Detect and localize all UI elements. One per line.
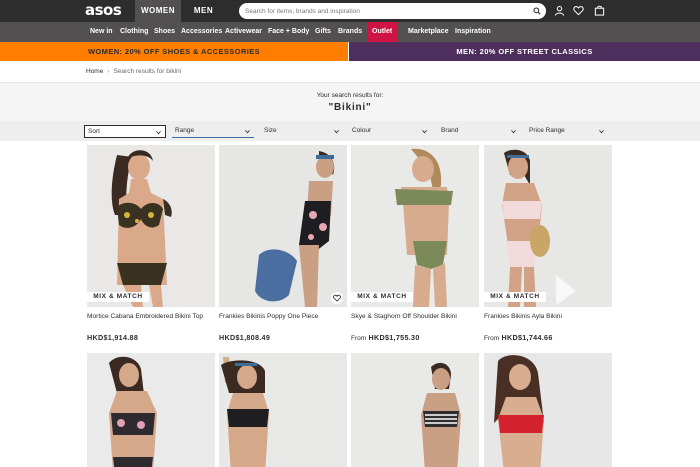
model-figure [484,353,612,467]
search-box [239,3,546,19]
price-value: HKD$1,755.30 [368,333,420,342]
model-figure [351,145,479,307]
model-figure [484,145,612,307]
breadcrumb-home[interactable]: Home [86,68,103,75]
filter-size-label: Size [264,127,277,134]
filter-range-label: Range [175,127,195,134]
chevron-down-icon [511,129,516,134]
saved-items-icon[interactable] [573,5,584,16]
product-name[interactable]: Mortice Cabana Embroidered Bikini Top [87,313,215,320]
promo-women[interactable]: WOMEN: 20% OFF SHOES & ACCESSORIES [0,42,348,61]
nav-outlet[interactable]: Outlet [367,22,398,42]
nav-inspiration[interactable]: Inspiration [455,22,491,42]
breadcrumb-current: Search results for bikini [113,68,182,75]
breadcrumb: Home › Search results for bikini [86,68,181,75]
chevron-down-icon [422,129,427,134]
filter-brand[interactable]: Brand [438,125,520,138]
model-figure [219,353,347,467]
mix-match-badge: MIX & MATCH [351,292,413,302]
model-figure [219,145,347,307]
filter-price-range[interactable]: Price Range [526,125,608,138]
filter-bar: Sort Range Size Colour Brand Price Range [0,121,700,141]
results-term: "Bikini" [328,102,372,113]
product-image[interactable] [484,353,612,467]
search-icon[interactable] [533,7,541,15]
chevron-down-icon [334,129,339,134]
bag-icon[interactable] [594,5,605,16]
product-price: From HKD$1,755.30 [351,333,420,342]
search-input[interactable] [245,3,525,19]
nav-new-in[interactable]: New in [90,22,113,42]
nav-accessories[interactable]: Accessories [181,22,222,42]
breadcrumb-separator: › [107,68,110,75]
tab-women[interactable]: WOMEN [135,0,181,22]
price-prefix: From [351,335,367,342]
product-price: HKD$1,914.88 [87,333,138,342]
product-name[interactable]: Skye & Staghorn Off Shoulder Bikini [351,313,479,320]
filter-sort[interactable]: Sort [84,125,166,138]
nav-clothing[interactable]: Clothing [120,22,148,42]
promo-men[interactable]: MEN: 20% OFF STREET CLASSICS [349,42,700,61]
product-image[interactable] [219,145,347,307]
nav-activewear[interactable]: Activewear [225,22,262,42]
chevron-down-icon [599,129,604,134]
chevron-down-icon [245,129,250,134]
results-subtitle: Your search results for: [316,92,384,99]
chevron-down-icon [156,130,161,135]
nav-face-body[interactable]: Face + Body [268,22,309,42]
product-name[interactable]: Frankies Bikinis Ayla Bikini [484,313,612,320]
price-value: HKD$1,914.88 [87,333,139,342]
product-image[interactable] [219,353,347,467]
filter-sort-label: Sort [88,128,100,135]
heart-icon [333,294,341,302]
product-name[interactable]: Frankies Bikinis Poppy One Piece [219,313,347,320]
product-image[interactable] [484,145,612,307]
nav-shoes[interactable]: Shoes [154,22,175,42]
filter-size[interactable]: Size [261,125,343,138]
product-price: HKD$1,808.49 [219,333,270,342]
model-figure [351,353,479,467]
tab-men[interactable]: MEN [181,0,226,22]
nav-marketplace[interactable]: Marketplace [408,22,448,42]
product-price: From HKD$1,744.66 [484,333,553,342]
product-image[interactable] [351,353,479,467]
nav-gifts[interactable]: Gifts [315,22,331,42]
model-figure [87,145,215,307]
account-icon[interactable] [554,5,565,16]
mix-match-badge: MIX & MATCH [87,292,149,302]
filter-brand-label: Brand [441,127,459,134]
filter-colour-label: Colour [352,127,372,134]
filter-price-range-label: Price Range [529,127,565,134]
product-image[interactable] [351,145,479,307]
price-value: HKD$1,808.49 [219,333,271,342]
save-heart-button[interactable] [331,292,343,304]
asos-logo[interactable]: asos [85,1,122,19]
model-figure [87,353,215,467]
search-results-header: Your search results for: "Bikini" [0,83,700,121]
top-bar: asos WOMEN MEN [0,0,700,22]
mix-match-badge: MIX & MATCH [484,292,546,302]
category-nav: New in Clothing Shoes Accessories Active… [0,22,700,42]
price-value: HKD$1,744.66 [501,333,553,342]
product-image[interactable] [87,353,215,467]
nav-brands[interactable]: Brands [338,22,362,42]
price-prefix: From [484,335,500,342]
product-image[interactable] [87,145,215,307]
filter-colour[interactable]: Colour [349,125,431,138]
filter-range[interactable]: Range [172,125,254,138]
